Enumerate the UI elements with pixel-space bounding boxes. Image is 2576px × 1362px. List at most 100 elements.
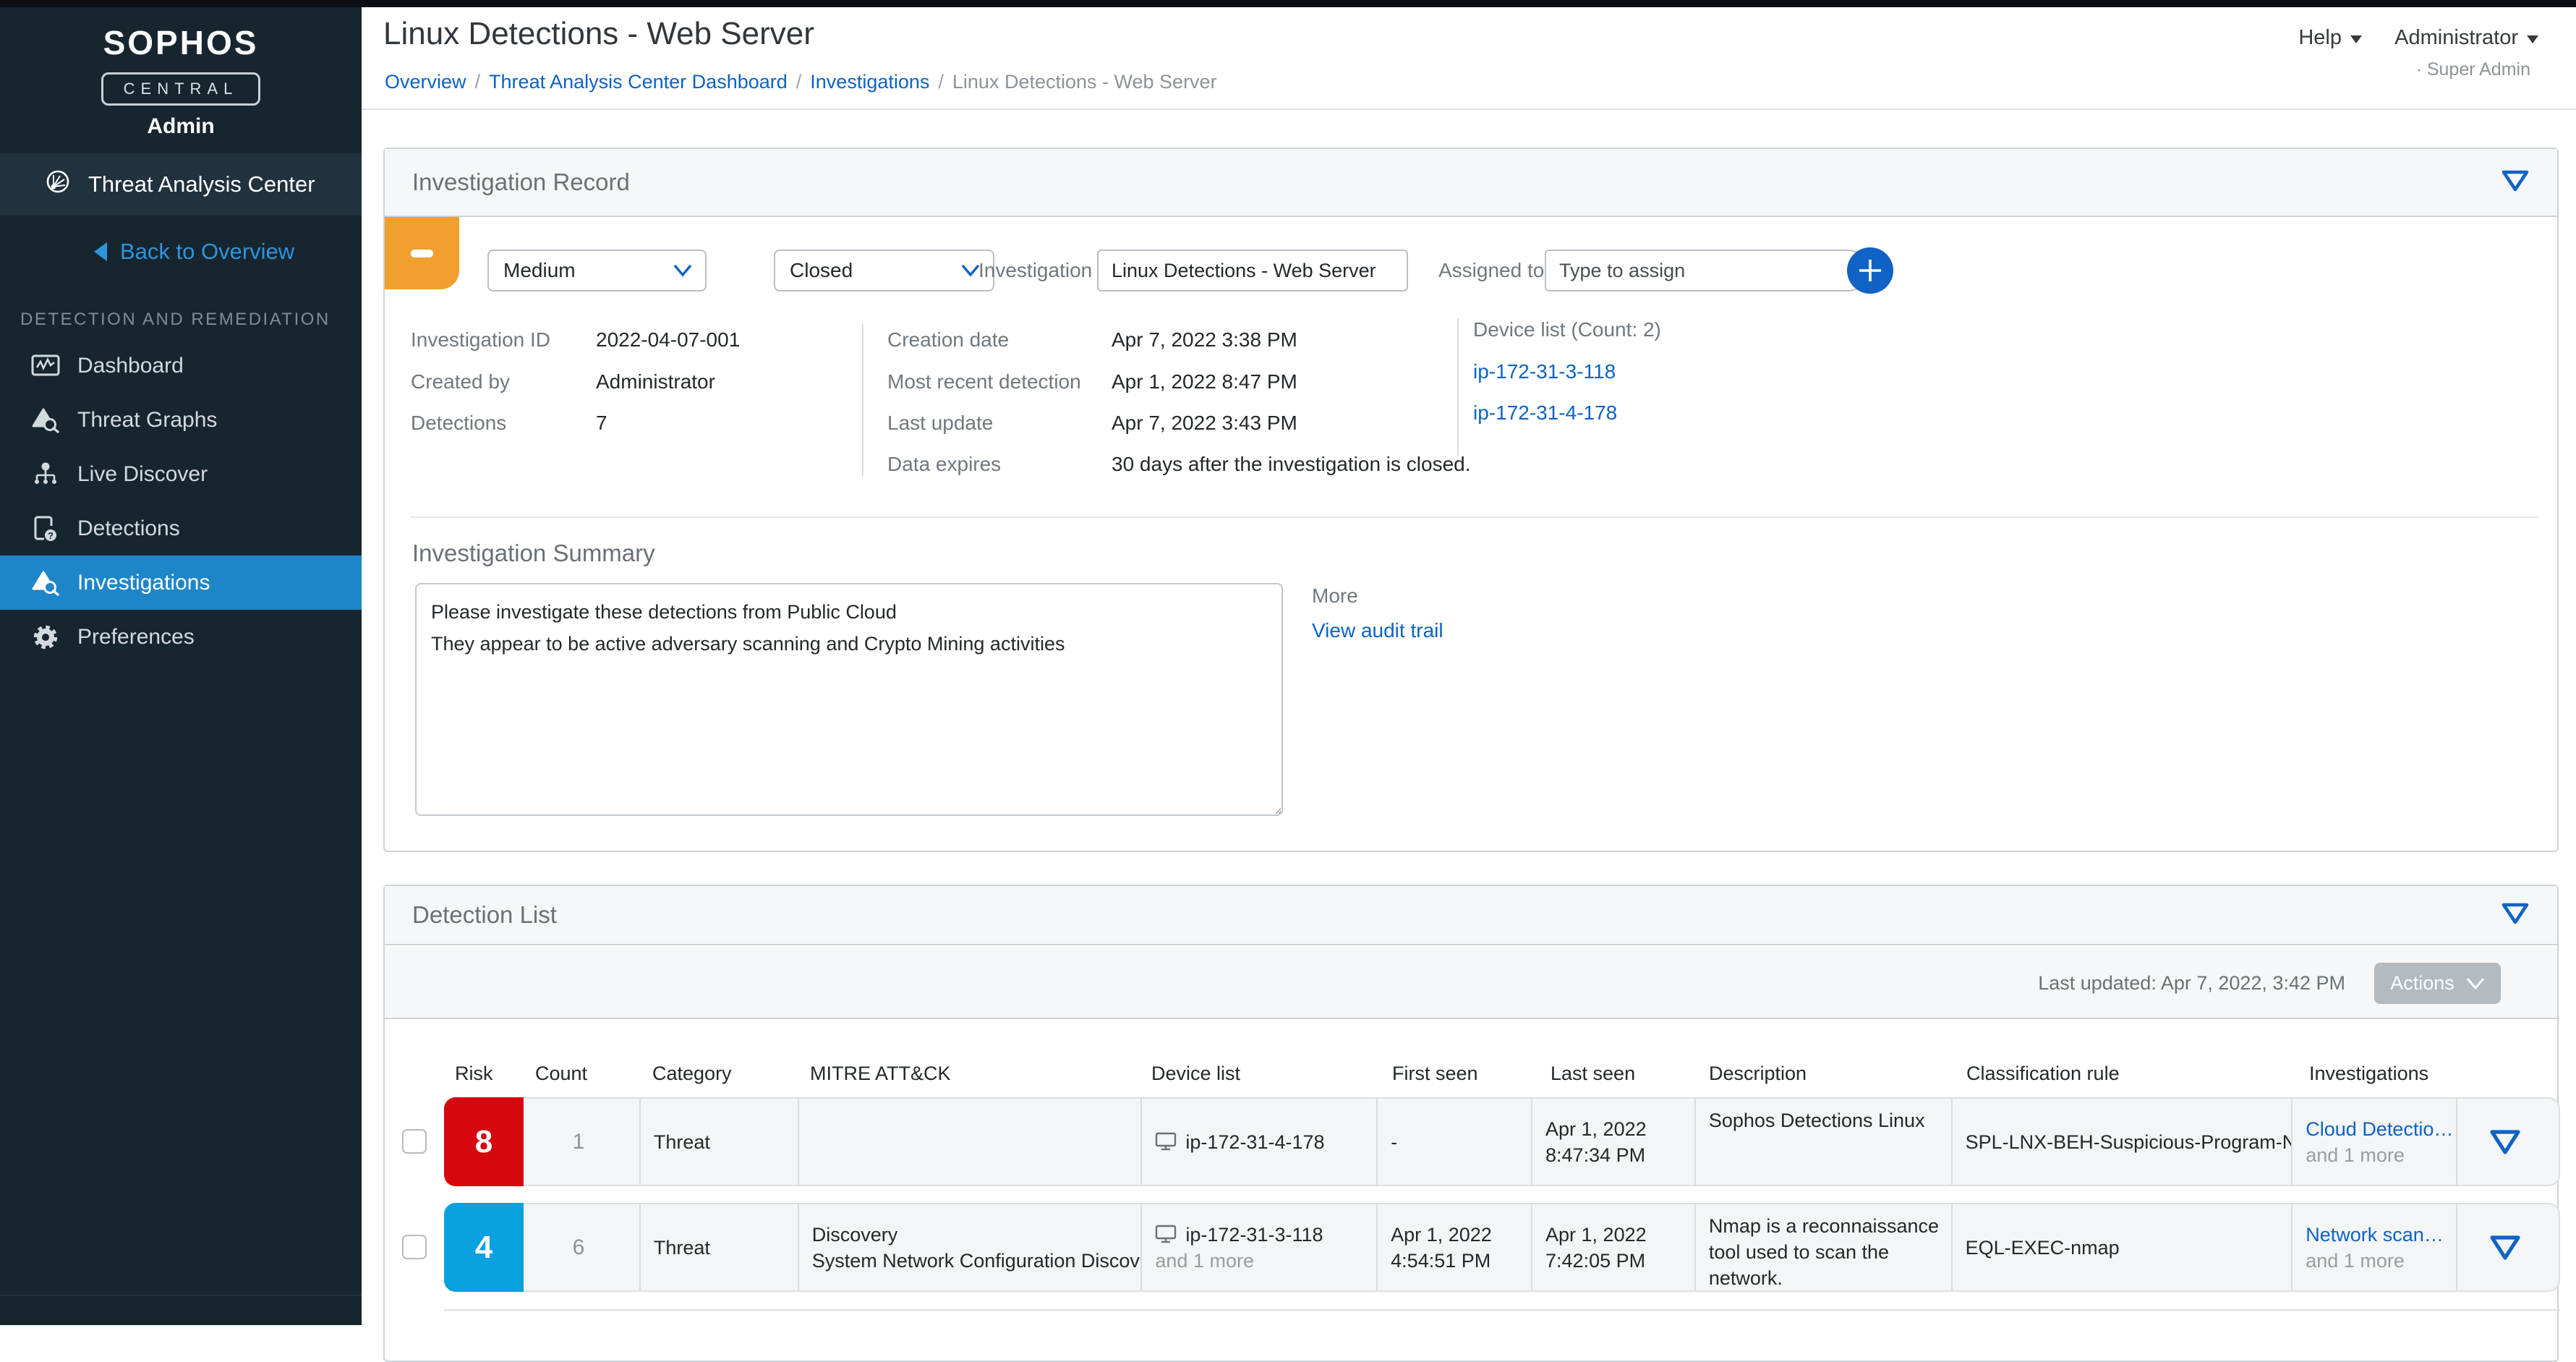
- sidebar-item-investigations[interactable]: Investigations: [0, 556, 362, 610]
- sidebar-item-detections[interactable]: ? Detections: [0, 501, 362, 556]
- cell-description: Nmap is a reconnaissance tool used to sc…: [1694, 1204, 1951, 1290]
- investigations-icon: [31, 569, 60, 597]
- investigation-link[interactable]: Network scan…: [2306, 1222, 2450, 1248]
- view-audit-trail-link[interactable]: View audit trail: [1312, 619, 1443, 642]
- sidebar-item-label: Live Discover: [77, 462, 208, 487]
- cell-last-seen: Apr 1, 2022 7:42:05 PM: [1531, 1204, 1694, 1290]
- sidebar-item-threat-graphs[interactable]: Threat Graphs: [0, 393, 362, 447]
- user-label: Administrator: [2394, 26, 2518, 50]
- cell-category: Threat: [639, 1099, 798, 1185]
- back-to-overview-link[interactable]: Back to Overview: [0, 237, 362, 266]
- col-header-count: Count: [535, 1063, 587, 1085]
- edition-label: Admin: [0, 114, 362, 139]
- breadcrumb-separator: /: [475, 71, 481, 93]
- cell-first-seen: Apr 1, 2022 4:54:51 PM: [1376, 1204, 1531, 1290]
- sidebar-item-preferences[interactable]: Preferences: [0, 610, 362, 664]
- gear-icon: [31, 623, 60, 651]
- breadcrumb-overview[interactable]: Overview: [385, 71, 466, 93]
- field-label: Creation date: [887, 328, 1009, 352]
- help-menu[interactable]: Help: [2298, 26, 2362, 50]
- user-menu[interactable]: Administrator: [2394, 26, 2538, 50]
- next-row-edge: [444, 1309, 2560, 1311]
- investigation-record-panel: Investigation Record Medium Closed Inves…: [383, 148, 2559, 852]
- status-value: Closed: [790, 259, 853, 282]
- row-body[interactable]: 1 Threat ip-172-31-4-178 - Apr 1, 2022: [524, 1097, 2560, 1186]
- device-link[interactable]: ip-172-31-4-178: [1473, 401, 1617, 425]
- more-label: More: [1312, 584, 1358, 608]
- actions-button[interactable]: Actions: [2374, 963, 2501, 1004]
- svg-text:?: ?: [48, 530, 54, 541]
- field-label: Detections: [411, 412, 506, 435]
- investigation-more: and 1 more: [2306, 1142, 2450, 1168]
- field-label: Created by: [411, 370, 510, 393]
- device-name: ip-172-31-3-118: [1185, 1222, 1323, 1248]
- col-header-mitre: MITRE ATT&CK: [810, 1063, 951, 1085]
- sidebar-item-label: Preferences: [77, 625, 195, 650]
- chevron-down-icon: [2466, 977, 2485, 990]
- summary-textarea[interactable]: Please investigate these detections from…: [415, 583, 1283, 816]
- detections-icon: ?: [31, 515, 60, 542]
- sidebar-item-live-discover[interactable]: Live Discover: [0, 447, 362, 501]
- device-list-label: Device list (Count: 2): [1473, 318, 1661, 341]
- cell-mitre: [798, 1099, 1141, 1185]
- sidebar-item-label: Investigations: [77, 571, 210, 595]
- summary-title: Investigation Summary: [412, 540, 655, 567]
- sidebar-nav: Dashboard Threat Graphs: [0, 339, 362, 664]
- column-divider: [862, 324, 863, 476]
- sidebar: SOPHOS CENTRAL Admin Threat Analysis Cen…: [0, 7, 362, 1325]
- breadcrumb-investigations[interactable]: Investigations: [810, 71, 929, 93]
- cell-count: 6: [524, 1204, 639, 1290]
- field-value: Apr 7, 2022 3:43 PM: [1112, 412, 1297, 435]
- breadcrumb-tac-dashboard[interactable]: Threat Analysis Center Dashboard: [489, 71, 788, 93]
- table-row: 4 6 Threat Discovery System Network Conf…: [385, 1203, 2560, 1292]
- plus-icon: [1857, 257, 1883, 284]
- expand-row-button[interactable]: [2456, 1099, 2559, 1185]
- row-checkbox[interactable]: [402, 1129, 427, 1154]
- last-updated-text: Last updated: Apr 7, 2022, 3:42 PM: [2038, 947, 2345, 1019]
- field-value: Apr 7, 2022 3:38 PM: [1112, 328, 1297, 352]
- assign-input[interactable]: [1545, 250, 1869, 291]
- panel-title: Investigation Record: [412, 169, 630, 196]
- investigation-link[interactable]: Cloud Detectio…: [2306, 1116, 2450, 1142]
- field-label: Data expires: [887, 453, 1001, 476]
- device-link[interactable]: ip-172-31-3-118: [1473, 360, 1616, 383]
- threat-center-icon: [45, 169, 71, 200]
- expand-triangle-icon: [2488, 1234, 2522, 1261]
- severity-select[interactable]: Medium: [487, 250, 707, 291]
- monitor-icon: [1155, 1132, 1177, 1152]
- add-assignee-button[interactable]: [1847, 247, 1893, 294]
- threat-graphs-icon: [31, 407, 60, 434]
- collapse-panel-icon[interactable]: [2501, 902, 2530, 929]
- monitor-icon: [1155, 1225, 1177, 1244]
- detection-list-panel: Detection List Last updated: Apr 7, 2022…: [383, 885, 2559, 1362]
- priority-tab[interactable]: [385, 217, 459, 289]
- detection-list-toolbar: Last updated: Apr 7, 2022, 3:42 PM Actio…: [385, 947, 2557, 1019]
- row-body[interactable]: 6 Threat Discovery System Network Config…: [524, 1203, 2560, 1292]
- col-header-device-list: Device list: [1151, 1063, 1240, 1085]
- app-title-band: Threat Analysis Center: [0, 153, 362, 216]
- cell-count: 1: [524, 1099, 639, 1185]
- field-label: Last update: [887, 412, 993, 435]
- breadcrumb-current: Linux Detections - Web Server: [952, 71, 1217, 93]
- collapse-panel-icon[interactable]: [2501, 169, 2530, 196]
- table-row: 8 1 Threat ip-172-31-4-178 - Apr 1,: [385, 1097, 2560, 1186]
- investigation-name-input[interactable]: [1097, 250, 1408, 291]
- assigned-to-label: Assigned to: [1438, 250, 1544, 291]
- brand-name: SOPHOS: [0, 23, 362, 62]
- dashboard-icon: [31, 353, 60, 379]
- col-header-classification-rule: Classification rule: [1966, 1063, 2120, 1085]
- sidebar-item-dashboard[interactable]: Dashboard: [0, 339, 362, 393]
- status-select[interactable]: Closed: [774, 250, 994, 291]
- chevron-down-icon: [2350, 35, 2362, 43]
- top-strip: [0, 0, 2576, 7]
- investigation-more: and 1 more: [2306, 1248, 2450, 1274]
- cell-investigations: Network scan… and 1 more: [2291, 1204, 2456, 1290]
- cell-mitre: Discovery System Network Configuration D…: [798, 1204, 1141, 1290]
- expand-row-button[interactable]: [2456, 1204, 2559, 1290]
- cell-investigations: Cloud Detectio… and 1 more: [2291, 1099, 2456, 1185]
- sophos-logo: SOPHOS CENTRAL Admin: [0, 7, 362, 139]
- row-checkbox[interactable]: [402, 1235, 427, 1259]
- column-divider: [1457, 318, 1459, 456]
- help-label: Help: [2298, 26, 2342, 50]
- actions-label: Actions: [2390, 972, 2455, 995]
